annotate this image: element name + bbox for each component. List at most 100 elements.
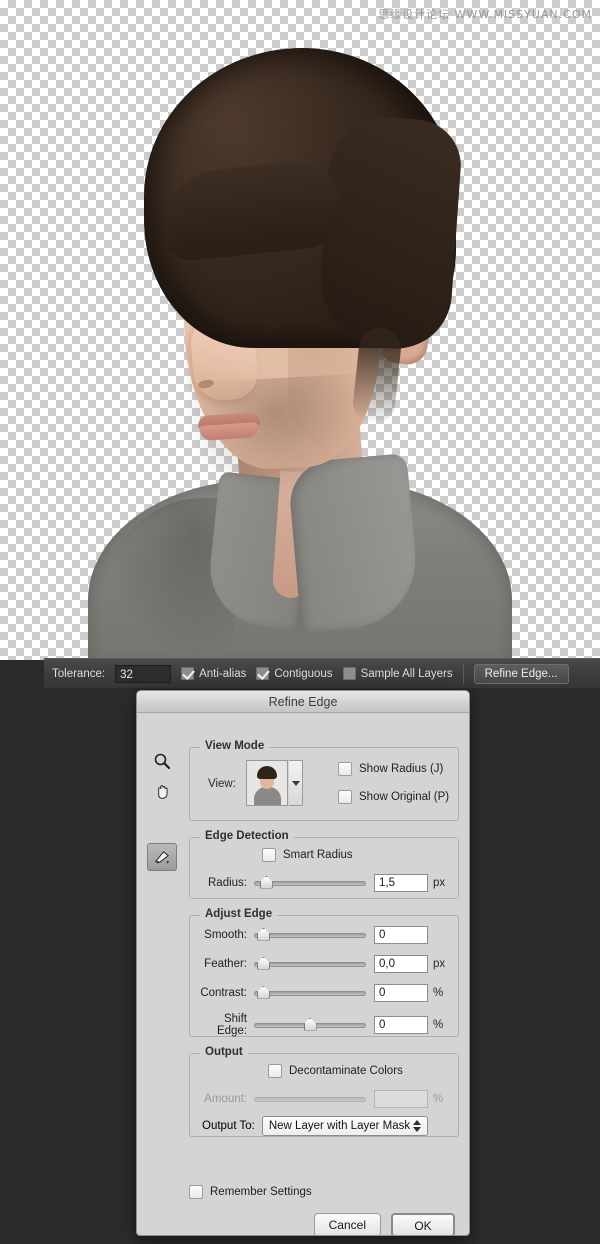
amount-slider-track[interactable] — [254, 1096, 366, 1102]
empty-checkbox-icon — [189, 1185, 203, 1199]
view-mode-title: View Mode — [200, 740, 270, 752]
smooth-slider-row: Smooth: 0 — [192, 926, 433, 944]
dialog-body: View Mode View: Show Radius (J) Show Ori… — [137, 713, 469, 1235]
contrast-slider-thumb[interactable] — [256, 985, 270, 999]
show-radius-checkbox[interactable]: Show Radius (J) — [338, 762, 443, 776]
hair-back — [316, 113, 464, 353]
hand-icon — [157, 784, 168, 799]
radius-label: Radius: — [208, 877, 247, 889]
checkmark-icon — [256, 667, 270, 680]
radius-slider-track[interactable] — [254, 875, 366, 889]
smooth-label: Smooth: — [204, 929, 247, 941]
toolbar-divider — [462, 663, 464, 684]
radius-unit: px — [433, 877, 446, 889]
feather-slider-row: Feather: 0,0 px — [192, 955, 445, 973]
smooth-input[interactable]: 0 — [374, 926, 428, 944]
contrast-slider-row: Contrast: 0 % — [192, 984, 443, 1002]
contiguous-checkbox[interactable]: Contiguous — [256, 667, 333, 680]
feather-label: Feather: — [204, 958, 247, 970]
refine-edge-dialog: Refine Edge View Mode View: Show Radius … — [136, 690, 470, 1236]
dialog-footer-buttons: Cancel OK — [313, 1213, 455, 1235]
feather-unit: px — [433, 958, 446, 970]
smooth-slider-track[interactable] — [254, 927, 366, 941]
adjust-edge-title: Adjust Edge — [200, 908, 278, 920]
chevron-up-icon — [412, 1120, 421, 1125]
output-group: Output Decontaminate Colors Amount: % Ou… — [189, 1046, 459, 1137]
magnifier-icon — [154, 753, 171, 770]
refine-radius-brush-button[interactable] — [147, 843, 177, 871]
empty-checkbox-icon — [262, 848, 276, 862]
output-to-value: New Layer with Layer Mask — [268, 1120, 411, 1132]
remember-settings-checkbox[interactable]: Remember Settings — [189, 1185, 312, 1199]
view-mode-dropdown-button[interactable] — [289, 760, 303, 806]
smooth-slider-thumb[interactable] — [256, 927, 270, 941]
shift-edge-slider-row: Shift Edge: 0 % — [192, 1013, 443, 1037]
adjust-edge-group: Adjust Edge Smooth: 0 Feather: 0,0 px Co… — [189, 908, 459, 1037]
ok-button[interactable]: OK — [391, 1213, 455, 1235]
radius-input[interactable]: 1,5 — [374, 874, 428, 892]
refine-brush-icon — [154, 850, 169, 864]
amount-input[interactable] — [374, 1090, 428, 1108]
chevron-down-icon — [291, 780, 300, 786]
shift-edge-slider-track[interactable] — [254, 1017, 366, 1031]
decontaminate-colors-label: Decontaminate Colors — [289, 1065, 403, 1077]
tolerance-input[interactable]: 32 — [115, 664, 172, 683]
contrast-label: Contrast: — [200, 987, 247, 999]
view-label: View: — [208, 778, 236, 790]
hand-tool-button[interactable] — [147, 777, 177, 805]
smart-radius-checkbox[interactable]: Smart Radius — [262, 848, 353, 862]
stepper-arrows-icon — [412, 1120, 421, 1132]
thumb-body — [254, 787, 281, 805]
contiguous-label: Contiguous — [274, 667, 333, 680]
cancel-button[interactable]: Cancel — [313, 1213, 381, 1235]
contrast-unit: % — [433, 987, 444, 999]
contrast-slider-track[interactable] — [254, 985, 366, 999]
output-to-row: Output To: New Layer with Layer Mask — [202, 1116, 428, 1136]
thumb-hair — [257, 766, 277, 779]
shift-edge-slider-thumb[interactable] — [303, 1017, 317, 1031]
feather-slider-thumb[interactable] — [256, 956, 270, 970]
empty-checkbox-icon — [338, 762, 352, 776]
view-thumbnail-image — [247, 761, 287, 805]
sample-all-layers-label: Sample All Layers — [360, 667, 453, 680]
show-original-label: Show Original (P) — [359, 791, 450, 803]
empty-checkbox-icon — [268, 1064, 282, 1078]
edge-detection-title: Edge Detection — [200, 830, 294, 842]
empty-checkbox-icon — [338, 790, 352, 804]
edge-detection-group: Edge Detection Smart Radius Radius: 1,5 … — [189, 830, 459, 899]
decontaminate-colors-checkbox[interactable]: Decontaminate Colors — [268, 1064, 403, 1078]
view-preview-thumbnail[interactable] — [246, 760, 288, 806]
document-canvas[interactable]: 思缘设计论坛 WWW.MISSYUAN.COM — [0, 0, 600, 660]
feather-slider-track[interactable] — [254, 956, 366, 970]
output-to-select[interactable]: New Layer with Layer Mask — [261, 1116, 428, 1136]
contrast-input[interactable]: 0 — [374, 984, 428, 1002]
show-original-checkbox[interactable]: Show Original (P) — [338, 790, 449, 804]
empty-checkbox-icon — [342, 667, 356, 680]
checkmark-icon — [181, 667, 195, 680]
feather-input[interactable]: 0,0 — [374, 955, 428, 973]
refine-edge-button[interactable]: Refine Edge... — [473, 663, 569, 684]
zoom-tool-button[interactable] — [147, 747, 177, 775]
amount-label: Amount: — [204, 1093, 247, 1105]
output-title: Output — [200, 1046, 248, 1058]
sample-all-layers-checkbox[interactable]: Sample All Layers — [342, 667, 453, 680]
tool-options-bar: Tolerance: 32 Anti-alias Contiguous Samp… — [44, 658, 600, 688]
amount-slider-row: Amount: % — [192, 1090, 443, 1108]
shift-edge-input[interactable]: 0 — [374, 1016, 428, 1034]
radius-slider-thumb[interactable] — [259, 875, 273, 889]
output-to-label: Output To: — [202, 1120, 255, 1132]
radius-slider-row: Radius: 1,5 px — [192, 874, 445, 892]
shift-edge-label: Shift Edge: — [216, 1013, 247, 1037]
anti-alias-label: Anti-alias — [199, 667, 247, 680]
smart-radius-label: Smart Radius — [283, 849, 353, 861]
chevron-down-icon — [412, 1127, 421, 1132]
amount-unit: % — [433, 1093, 444, 1105]
app-root: 思缘设计论坛 WWW.MISSYUAN.COM Tolerance: 32 An… — [0, 0, 600, 1244]
watermark-text: 思缘设计论坛 WWW.MISSYUAN.COM — [378, 8, 592, 21]
tolerance-label: Tolerance: — [52, 667, 106, 680]
view-mode-group: View Mode View: Show Radius (J) Show Ori… — [189, 740, 459, 821]
shift-edge-unit: % — [433, 1019, 444, 1031]
anti-alias-checkbox[interactable]: Anti-alias — [181, 667, 246, 680]
dialog-title[interactable]: Refine Edge — [137, 691, 469, 713]
dialog-tool-strip — [147, 747, 181, 873]
